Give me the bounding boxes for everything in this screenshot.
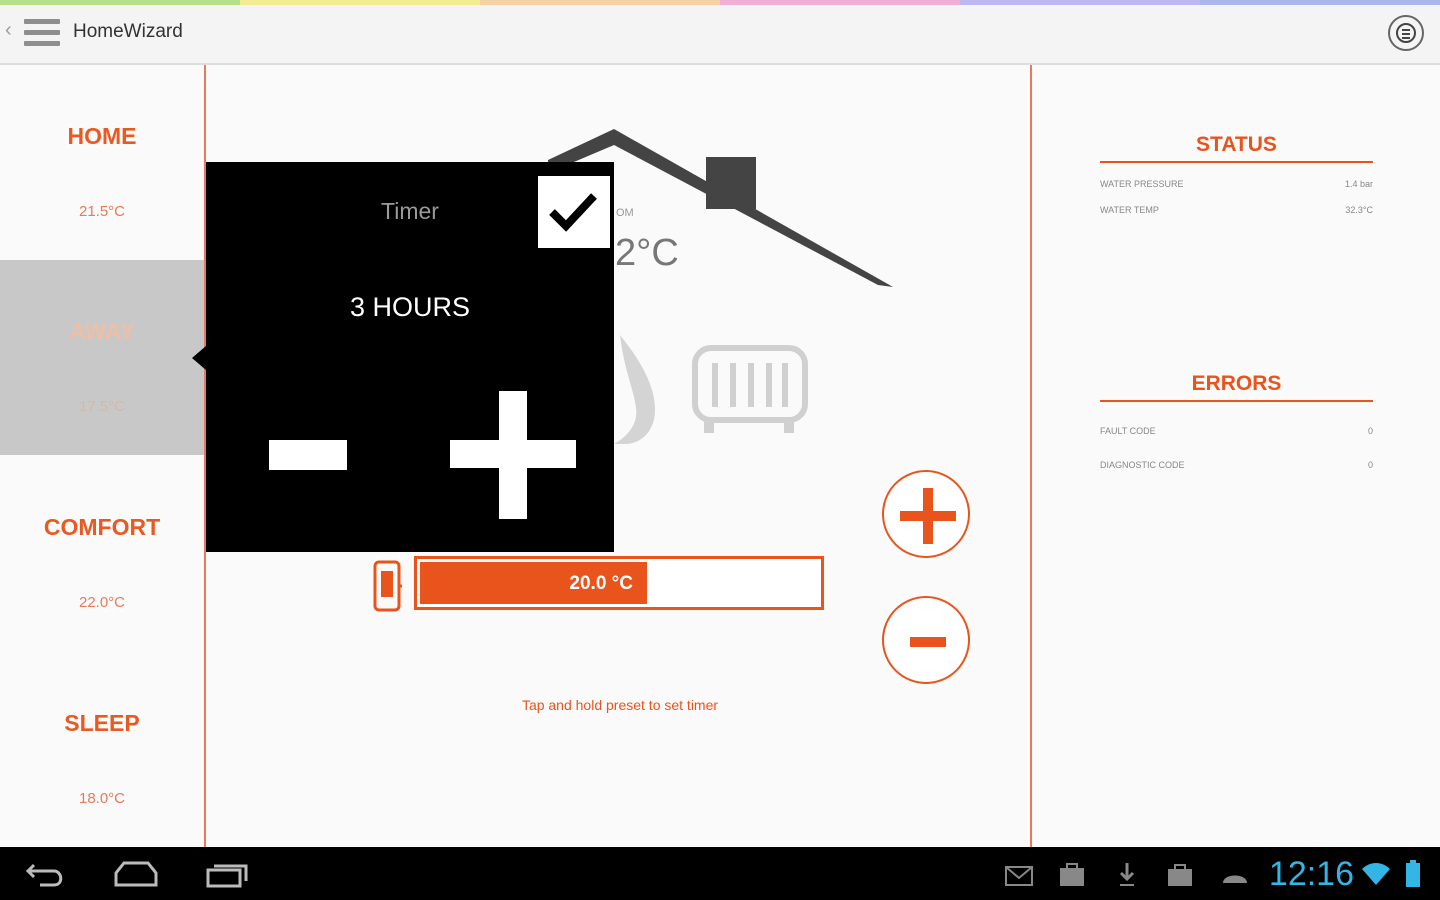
preset-name: HOME [67, 123, 137, 149]
error-label: DIAGNOSTIC CODE [1100, 460, 1185, 470]
timer-popup: Timer 3 HOURS [206, 162, 614, 552]
room-temperature: 2°C [615, 232, 679, 274]
clock: 12:16 [1268, 855, 1354, 893]
system-nav-bar: 12:16 [0, 847, 1440, 900]
task-icon [1060, 863, 1084, 886]
error-value: 0 [1367, 426, 1373, 436]
room-label: OM [616, 207, 634, 219]
timer-increase-button[interactable] [450, 391, 576, 519]
preset-comfort[interactable]: COMFORT 22.0°C [0, 456, 204, 651]
timer-decrease-button[interactable] [269, 440, 347, 470]
wifi-icon [1362, 863, 1390, 885]
decrease-temp-button[interactable] [882, 596, 970, 684]
status-label: WATER TEMP [1100, 205, 1159, 215]
preset-temp: 17.5°C [78, 398, 126, 415]
preset-temp: 18.0°C [78, 790, 126, 807]
preset-name: AWAY [69, 318, 135, 344]
back-icon[interactable] [24, 859, 68, 889]
timer-hint: Tap and hold preset to set timer [521, 697, 719, 713]
error-label: FAULT CODE [1100, 426, 1156, 436]
preset-sidebar: HOME 21.5°C AWAY 17.5°C COMFORT 22.0°C S… [0, 65, 206, 847]
recent-apps-icon[interactable] [204, 861, 250, 889]
preset-home[interactable]: HOME 21.5°C [0, 65, 204, 260]
errors-title: ERRORS [1100, 372, 1373, 402]
status-panel: STATUS WATER PRESSURE 1.4 bar WATER TEMP… [1100, 133, 1373, 215]
app-title[interactable]: HomeWizard [73, 21, 183, 43]
increase-temp-button[interactable] [882, 470, 970, 558]
mail-icon [1005, 866, 1033, 886]
setpoint-value: 20.0 °C [569, 573, 633, 594]
preset-name: SLEEP [64, 710, 140, 736]
home-icon[interactable] [112, 859, 160, 889]
error-row: DIAGNOSTIC CODE 0 [1100, 460, 1373, 470]
timer-checkbox[interactable] [538, 176, 610, 248]
download-icon [1119, 863, 1135, 886]
android-icon [1223, 875, 1247, 883]
error-value: 0 [1367, 460, 1373, 470]
store-icon [1168, 864, 1192, 886]
status-value: 32.3°C [1345, 205, 1373, 215]
radiator-icon [692, 345, 808, 433]
panel-divider [1030, 65, 1032, 847]
preset-temp: 21.5°C [78, 203, 126, 220]
preset-away[interactable]: AWAY 17.5°C [0, 260, 204, 455]
status-row: WATER PRESSURE 1.4 bar [1100, 179, 1373, 189]
status-title: STATUS [1100, 133, 1373, 163]
status-row: WATER TEMP 32.3°C [1100, 205, 1373, 215]
check-icon [549, 193, 597, 232]
drawer-icon[interactable] [24, 19, 60, 53]
settings-icon[interactable] [1388, 15, 1424, 51]
battery-icon [1406, 860, 1420, 887]
preset-name: COMFORT [43, 514, 161, 540]
status-value: 1.4 bar [1344, 179, 1373, 189]
error-row: FAULT CODE 0 [1100, 426, 1373, 436]
errors-panel: ERRORS FAULT CODE 0 DIAGNOSTIC CODE 0 [1100, 372, 1373, 470]
popup-pointer [192, 346, 206, 370]
setpoint-slider[interactable]: 20.0 °C [414, 556, 824, 610]
preset-temp: 22.0°C [78, 594, 126, 611]
action-bar: ‹ HomeWizard [0, 5, 1440, 65]
timer-value: 3 HOURS [349, 292, 471, 322]
up-caret-icon[interactable]: ‹ [5, 19, 12, 42]
phone-icon [373, 560, 402, 612]
preset-sleep[interactable]: SLEEP 18.0°C [0, 652, 204, 847]
status-label: WATER PRESSURE [1100, 179, 1184, 189]
